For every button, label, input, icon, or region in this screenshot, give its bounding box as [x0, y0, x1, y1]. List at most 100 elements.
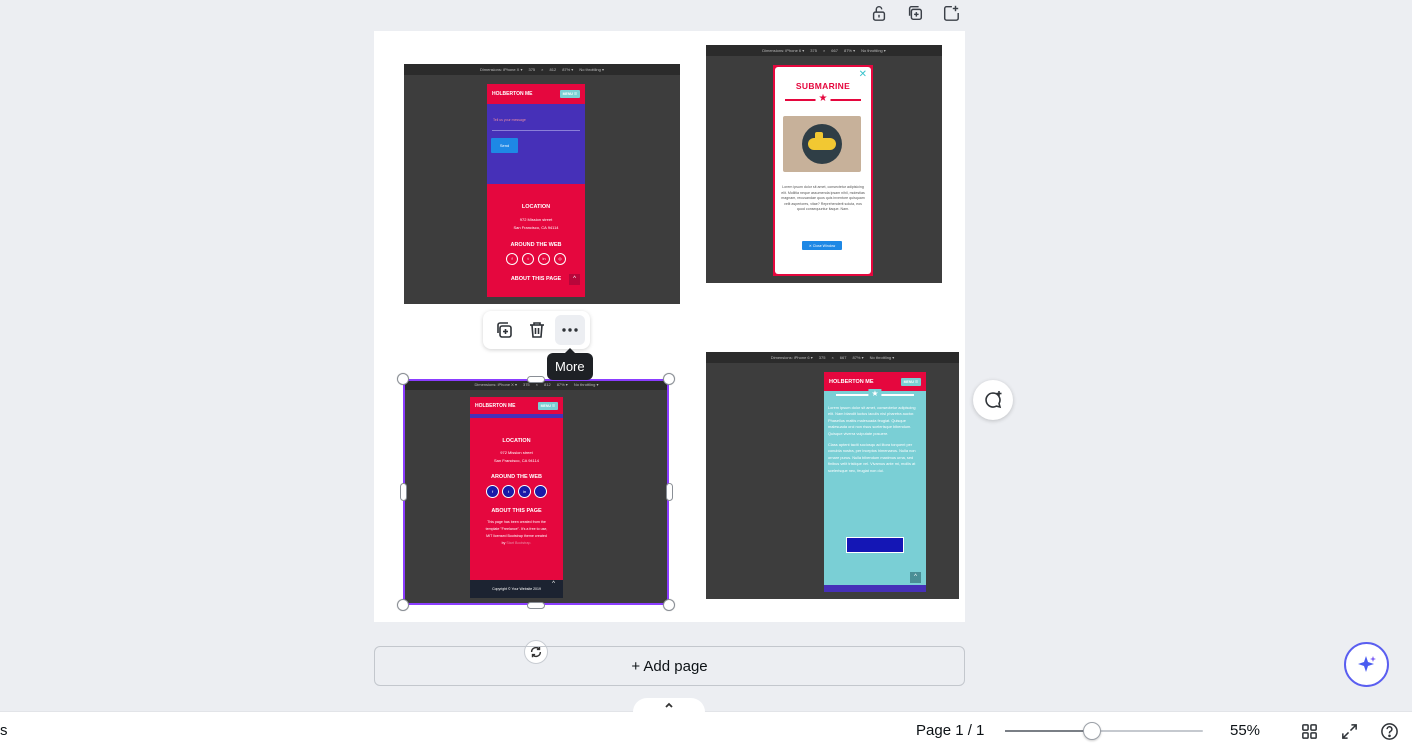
copyright-text: Copyright © Your Website 2019 [492, 587, 541, 591]
phone-preview: HOLBERTON ME MENU ☰ Tell us your message… [487, 84, 585, 297]
screenshot-image-4[interactable]: Dimensions: iPhone 6 ▾ 375 × 667 87% ▾ N… [706, 352, 959, 599]
bar-text: No throttling ▾ [579, 67, 604, 72]
collapse-pages-button[interactable] [633, 698, 705, 712]
bar-text: Dimensions: iPhone X ▾ [479, 67, 523, 72]
bar-text: × [541, 67, 544, 72]
bar-text: 812 [544, 382, 551, 387]
paragraph-text: Lorem ipsum dolor sit amet, consectetur … [828, 405, 916, 436]
zoom-slider-fill [1005, 730, 1093, 732]
bar-text: 87% ▾ [562, 67, 574, 72]
duplicate-icon [496, 322, 512, 338]
zoom-level[interactable]: 55% [1230, 722, 1260, 739]
bar-text: 87% ▾ [556, 382, 568, 387]
more-tooltip: More [547, 348, 593, 380]
modal-title: SUBMARINE [795, 81, 851, 91]
close-window-button: ✕ Close Window [802, 241, 842, 250]
bar-text: × [822, 48, 826, 53]
about-line: by [501, 541, 506, 545]
cta-button [846, 537, 904, 553]
resize-handle-top-right[interactable] [663, 373, 675, 385]
more-icon [561, 328, 578, 332]
help-button[interactable] [1378, 720, 1400, 742]
brand-text: HOLBERTON ME [475, 402, 516, 409]
paragraph-text: Class aptent taciti sociosqu ad litora t… [828, 442, 916, 473]
star-icon: ★ [815, 93, 831, 105]
about-link: Start Bootstrap. [506, 541, 532, 545]
dribbble-icon [534, 485, 547, 498]
element-toolbar [483, 311, 590, 349]
resize-handle-top[interactable] [527, 376, 545, 383]
resize-handle-bottom-left[interactable] [397, 599, 409, 611]
bar-text: No throttling ▾ [869, 355, 895, 360]
more-button[interactable] [554, 315, 585, 345]
resize-handle-right[interactable] [666, 483, 673, 501]
delete-button[interactable] [522, 315, 552, 345]
address-line: 972 Mission street [500, 450, 533, 455]
grid-view-button[interactable] [1298, 720, 1320, 742]
send-button: Send [491, 138, 518, 153]
star-icon: ★ [868, 389, 882, 399]
address-line: San Francisco, CA 94114 [493, 458, 540, 463]
add-comment-button[interactable] [973, 380, 1013, 420]
bar-text: 87% ▾ [852, 355, 864, 360]
zoom-slider-thumb[interactable] [1083, 722, 1102, 740]
phone-preview: HOLBERTON ME MENU ☰ LOCATION 972 Mission… [470, 397, 563, 598]
bar-text: No throttling ▾ [573, 382, 599, 387]
add-page-icon[interactable] [940, 2, 962, 24]
zoom-slider[interactable] [1005, 730, 1203, 732]
bar-text: 87% ▾ [843, 48, 856, 53]
resize-handle-top-left[interactable] [397, 373, 409, 385]
facebook-icon: f [486, 485, 499, 498]
resize-handle-bottom-right[interactable] [663, 599, 675, 611]
bar-text: 812 [549, 67, 557, 72]
location-title: LOCATION [521, 204, 551, 210]
resize-handle-left[interactable] [400, 483, 407, 501]
around-title: AROUND THE WEB [510, 242, 562, 248]
bar-text: No throttling ▾ [861, 48, 886, 53]
footer-bar: Copyright © Your Website 2019 ^ [470, 580, 563, 598]
menu-button: MENU ☰ [900, 377, 921, 386]
grid-icon [1301, 723, 1317, 739]
message-placeholder: Tell us your message [493, 118, 526, 122]
devtools-bar: Dimensions: iPhone 6 ▾ 375 × 667 87% ▾ N… [706, 352, 959, 363]
sparkle-icon [1357, 655, 1376, 672]
bar-text: 375 [818, 355, 826, 360]
magic-assistant-button[interactable] [1344, 642, 1389, 687]
duplicate-page-icon[interactable] [904, 2, 926, 24]
duplicate-button[interactable] [489, 315, 519, 345]
about-title: ABOUT THIS PAGE [491, 508, 542, 514]
about-text: This page has been created from the temp… [470, 519, 563, 547]
trash-icon [529, 322, 544, 338]
social-icons: f t in [470, 485, 563, 498]
about-line: MIT licensed Bootstrap theme created [486, 534, 547, 538]
bar-text: Dimensions: iPhone X ▾ [474, 382, 517, 387]
page-indicator[interactable]: Page 1 / 1 [916, 722, 984, 739]
address-line: 972 Mission street [519, 217, 553, 222]
twitter-icon: t [502, 485, 515, 498]
scroll-top-icon: ^ [910, 572, 921, 583]
menu-button: MENU ☰ [537, 401, 558, 410]
submarine-image [783, 116, 861, 172]
address-line: San Francisco, CA 94114 [513, 225, 559, 230]
about-line: template "Freelance". It's a free to use… [485, 527, 548, 531]
add-page-button[interactable]: + Add page [374, 646, 965, 686]
expand-icon [1341, 723, 1357, 739]
facebook-icon: f [506, 253, 518, 265]
comment-add-icon [985, 391, 1002, 409]
scroll-top-icon: ^ [569, 274, 580, 285]
bar-text: × [831, 355, 834, 360]
screenshot-image-3[interactable]: Dimensions: iPhone X ▾ 375 × 812 87% ▾ N… [404, 379, 669, 605]
brand-text: HOLBERTON ME [829, 378, 874, 385]
linkedin-icon: in [538, 253, 550, 265]
screenshot-image-1[interactable]: Dimensions: iPhone X ▾ 375 × 812 87% ▾ N… [404, 64, 680, 304]
contact-section: Tell us your message Send [487, 104, 585, 184]
screenshot-image-2[interactable]: Dimensions: iPhone 6 ▾ 375 × 667 87% ▾ N… [706, 45, 942, 283]
notes-label-fragment[interactable]: s [0, 722, 8, 739]
bar-text: Dimensions: iPhone 6 ▾ [762, 48, 805, 53]
fullscreen-button[interactable] [1338, 720, 1360, 742]
lock-icon[interactable] [868, 2, 890, 24]
phone-preview: ✕ SUBMARINE ★ Lorem ipsum dolor sit amet… [773, 65, 873, 276]
close-icon: ✕ [858, 69, 867, 80]
dribbble-icon: ◎ [554, 253, 566, 265]
resize-handle-bottom[interactable] [527, 602, 545, 609]
